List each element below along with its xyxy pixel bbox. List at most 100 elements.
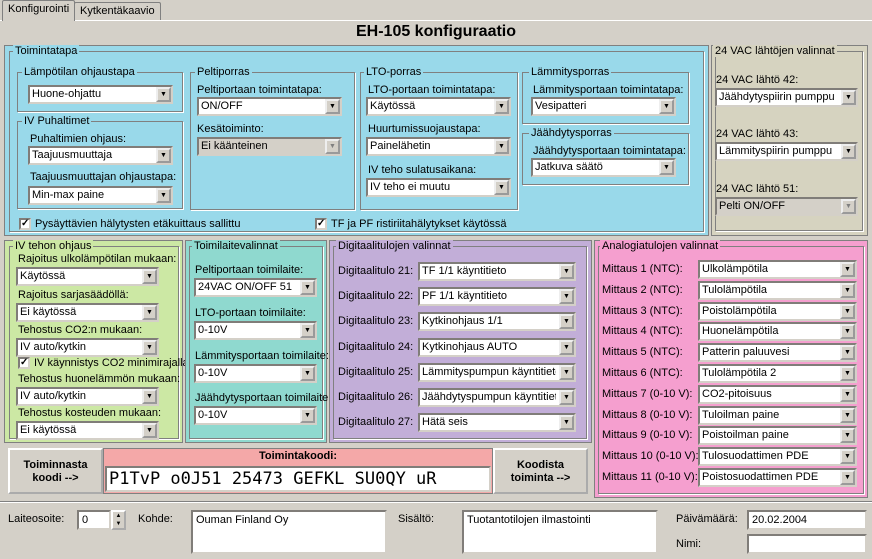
mittaus-5-value: Patterin paluuvesi — [702, 346, 790, 359]
mittaus-6-value: Tulolämpötila 2 — [702, 367, 777, 379]
tehostus-co2-value: IV auto/kytkin — [20, 341, 87, 353]
digitaalitulo-27-select[interactable]: Hätä seis ▼ — [418, 413, 576, 433]
digitaalitulo-26-select[interactable]: Jäähdytyspumpun käyntitieto ▼ — [418, 388, 576, 407]
vac-51-value: Pelti ON/OFF — [719, 200, 786, 212]
mittaus-2-select[interactable]: Tulolämpötila ▼ — [698, 280, 857, 300]
mittaus-5-label: Mittaus 5 (NTC): — [602, 346, 683, 359]
digitaalitulo-23-value: Kytkinohjaus 1/1 — [422, 315, 503, 328]
mittaus-10-select[interactable]: Tulosuodattimen PDE ▼ — [698, 447, 857, 467]
puhaltimien-ohjaus-value: Taajuusmuuttaja — [32, 149, 113, 161]
mittaus-7-label: Mittaus 7 (0-10 V): — [602, 387, 693, 400]
etakuittaus-checkbox[interactable]: ✓ — [19, 218, 31, 230]
vac-43-select[interactable]: Lämmityspiirin pumppu ▼ — [715, 142, 858, 161]
chevron-down-icon: ▼ — [142, 340, 157, 355]
nimi-field[interactable] — [747, 534, 867, 554]
jaah-toim-select[interactable]: Jatkuva säätö ▼ — [531, 158, 676, 177]
lto-toim-label: LTO-portaan toimintatapa: — [368, 84, 496, 96]
laiteosoite-spinner[interactable]: ▲ ▼ — [111, 510, 126, 530]
chevron-down-icon: ▼ — [494, 180, 509, 195]
chevron-down-icon: ▼ — [142, 305, 157, 320]
huurtumissuoja-select[interactable]: Painelähetin ▼ — [366, 137, 511, 156]
tehostus-kosteus-label: Tehostus kosteuden mukaan: — [18, 407, 162, 419]
rajoitus-ulko-select[interactable]: Käytössä ▼ — [16, 267, 159, 286]
chevron-down-icon: ▼ — [494, 139, 509, 154]
tehostus-huone-select[interactable]: IV auto/kytkin ▼ — [16, 387, 159, 406]
tab-kytkentakaavio[interactable]: Kytkentäkaavio — [74, 2, 161, 20]
sisalto-field[interactable]: Tuotantotilojen ilmastointi — [462, 510, 658, 554]
digitaalitulo-22-label: Digitaalitulo 22: — [338, 290, 414, 303]
huurtumissuoja-value: Painelähetin — [370, 140, 431, 152]
footer-separator — [0, 501, 872, 503]
toiminnasta-koodi-button[interactable]: Toiminnasta koodi --> — [8, 448, 103, 494]
chevron-down-icon: ▼ — [559, 390, 574, 405]
chevron-down-icon: ▼ — [840, 282, 855, 298]
co2-kaynnistys-checkbox[interactable]: ✓ — [18, 357, 30, 369]
pelti-toim-value: ON/OFF — [201, 100, 243, 112]
tehostus-huone-label: Tehostus huonelämmön mukaan: — [18, 373, 181, 385]
vac-51-select[interactable]: Pelti ON/OFF ▼ — [715, 197, 858, 216]
spin-down-icon[interactable]: ▼ — [116, 521, 122, 527]
mittaus-6-select[interactable]: Tulolämpötila 2 ▼ — [698, 364, 857, 383]
mittaus-4-select[interactable]: Huonelämpötila ▼ — [698, 322, 857, 342]
rajoitus-sarja-select[interactable]: Ei käytössä ▼ — [16, 303, 159, 322]
chevron-down-icon: ▼ — [840, 303, 855, 319]
kesatoiminto-select[interactable]: Ei käänteinen ▼ — [197, 137, 342, 156]
mittaus-1-label: Mittaus 1 (NTC): — [602, 263, 683, 275]
taajuusmuuttaja-select[interactable]: Min-max paine ▼ — [28, 186, 173, 205]
toimintakoodi-field[interactable]: P1TvP o0J51 25473 GEFKL SU0QY uR — [105, 466, 491, 492]
tab-konfigurointi[interactable]: Konfigurointi — [2, 0, 76, 21]
koodista-toiminta-button[interactable]: Koodista toiminta --> — [493, 448, 588, 494]
paivamaara-field[interactable]: 20.02.2004 — [747, 510, 867, 530]
mittaus-5-select[interactable]: Patterin paluuvesi ▼ — [698, 343, 857, 363]
digitaalitulo-21-value: TF 1/1 käyntitieto — [422, 265, 507, 277]
pelti-toimilaite-value: 24VAC ON/OFF 51 — [198, 281, 292, 293]
mittaus-3-select[interactable]: Poistolämpötila ▼ — [698, 301, 857, 321]
kohde-field[interactable]: Ouman Finland Oy — [191, 510, 387, 554]
mittaus-11-value: Poistosuodattimen PDE — [702, 471, 819, 483]
lto-toim-select[interactable]: Käytössä ▼ — [366, 97, 511, 116]
digitaalitulo-23-label: Digitaalitulo 23: — [338, 315, 414, 328]
laiteosoite-field[interactable]: 0 — [77, 510, 111, 530]
tehostus-co2-select[interactable]: IV auto/kytkin ▼ — [16, 338, 159, 357]
vac-42-select[interactable]: Jäähdytyspiirin pumppu ▼ — [715, 88, 858, 107]
iv-teho-sulatus-select[interactable]: IV teho ei muutu ▼ — [366, 178, 511, 197]
digitaalitulo-22-select[interactable]: PF 1/1 käyntitieto ▼ — [418, 287, 576, 307]
ristiriita-label: TF ja PF ristiriitahälytykset käytössä — [331, 218, 507, 230]
lamm-toimilaite-select[interactable]: 0-10V ▼ — [194, 364, 317, 383]
mittaus-8-select[interactable]: Tuloilman paine ▼ — [698, 405, 857, 425]
mittaus-10-label: Mittaus 10 (0-10 V): — [602, 450, 699, 463]
digitaalitulo-21-select[interactable]: TF 1/1 käyntitieto ▼ — [418, 262, 576, 281]
chevron-down-icon: ▼ — [494, 99, 509, 114]
digitaalitulo-27-label: Digitaalitulo 27: — [338, 416, 414, 429]
mittaus-11-select[interactable]: Poistosuodattimen PDE ▼ — [698, 468, 857, 487]
spin-up-icon[interactable]: ▲ — [116, 513, 122, 519]
digitaalitulo-23-select[interactable]: Kytkinohjaus 1/1 ▼ — [418, 312, 576, 332]
chevron-down-icon: ▼ — [325, 139, 340, 154]
mittaus-7-select[interactable]: CO2-pitoisuus ▼ — [698, 384, 857, 404]
pelti-toim-select[interactable]: ON/OFF ▼ — [197, 97, 342, 116]
mittaus-1-select[interactable]: Ulkolämpötila ▼ — [698, 260, 857, 279]
digitaalitulo-25-select[interactable]: Lämmityspumpun käyntitieto ▼ — [418, 362, 576, 382]
puhaltimien-ohjaus-select[interactable]: Taajuusmuuttaja ▼ — [28, 146, 173, 165]
mittaus-9-label: Mittaus 9 (0-10 V): — [602, 429, 693, 442]
tehostus-co2-label: Tehostus CO2:n mukaan: — [18, 324, 143, 336]
lammitysporras-legend: Lämmitysporras — [529, 66, 612, 78]
toimilaite-legend: Toimilaitevalinnat — [192, 240, 280, 252]
chevron-down-icon: ▼ — [841, 90, 856, 105]
digitaalitulo-24-select[interactable]: Kytkinohjaus AUTO ▼ — [418, 337, 576, 357]
jaah-toimilaite-select[interactable]: 0-10V ▼ — [194, 406, 317, 425]
tehostus-kosteus-value: Ei käytössä — [20, 424, 77, 436]
mittaus-1-value: Ulkolämpötila — [702, 263, 769, 275]
pelti-toimilaite-select[interactable]: 24VAC ON/OFF 51 ▼ — [194, 278, 317, 297]
iv-teho-legend: IV tehon ohjaus — [13, 240, 94, 252]
ristiriita-checkbox[interactable]: ✓ — [315, 218, 327, 230]
chevron-down-icon: ▼ — [840, 366, 855, 381]
tehostus-kosteus-select[interactable]: Ei käytössä ▼ — [16, 421, 159, 440]
chevron-down-icon: ▼ — [840, 407, 855, 423]
lto-toimilaite-select[interactable]: 0-10V ▼ — [194, 321, 317, 340]
lampotila-select[interactable]: Huone-ohjattu ▼ — [28, 85, 173, 104]
jaah-toim-label: Jäähdytysportaan toimintatapa: — [533, 145, 686, 157]
mittaus-9-select[interactable]: Poistoilman paine ▼ — [698, 426, 857, 446]
lamm-toim-select[interactable]: Vesipatteri ▼ — [531, 97, 676, 116]
digitaalitulo-24-value: Kytkinohjaus AUTO — [422, 340, 518, 353]
